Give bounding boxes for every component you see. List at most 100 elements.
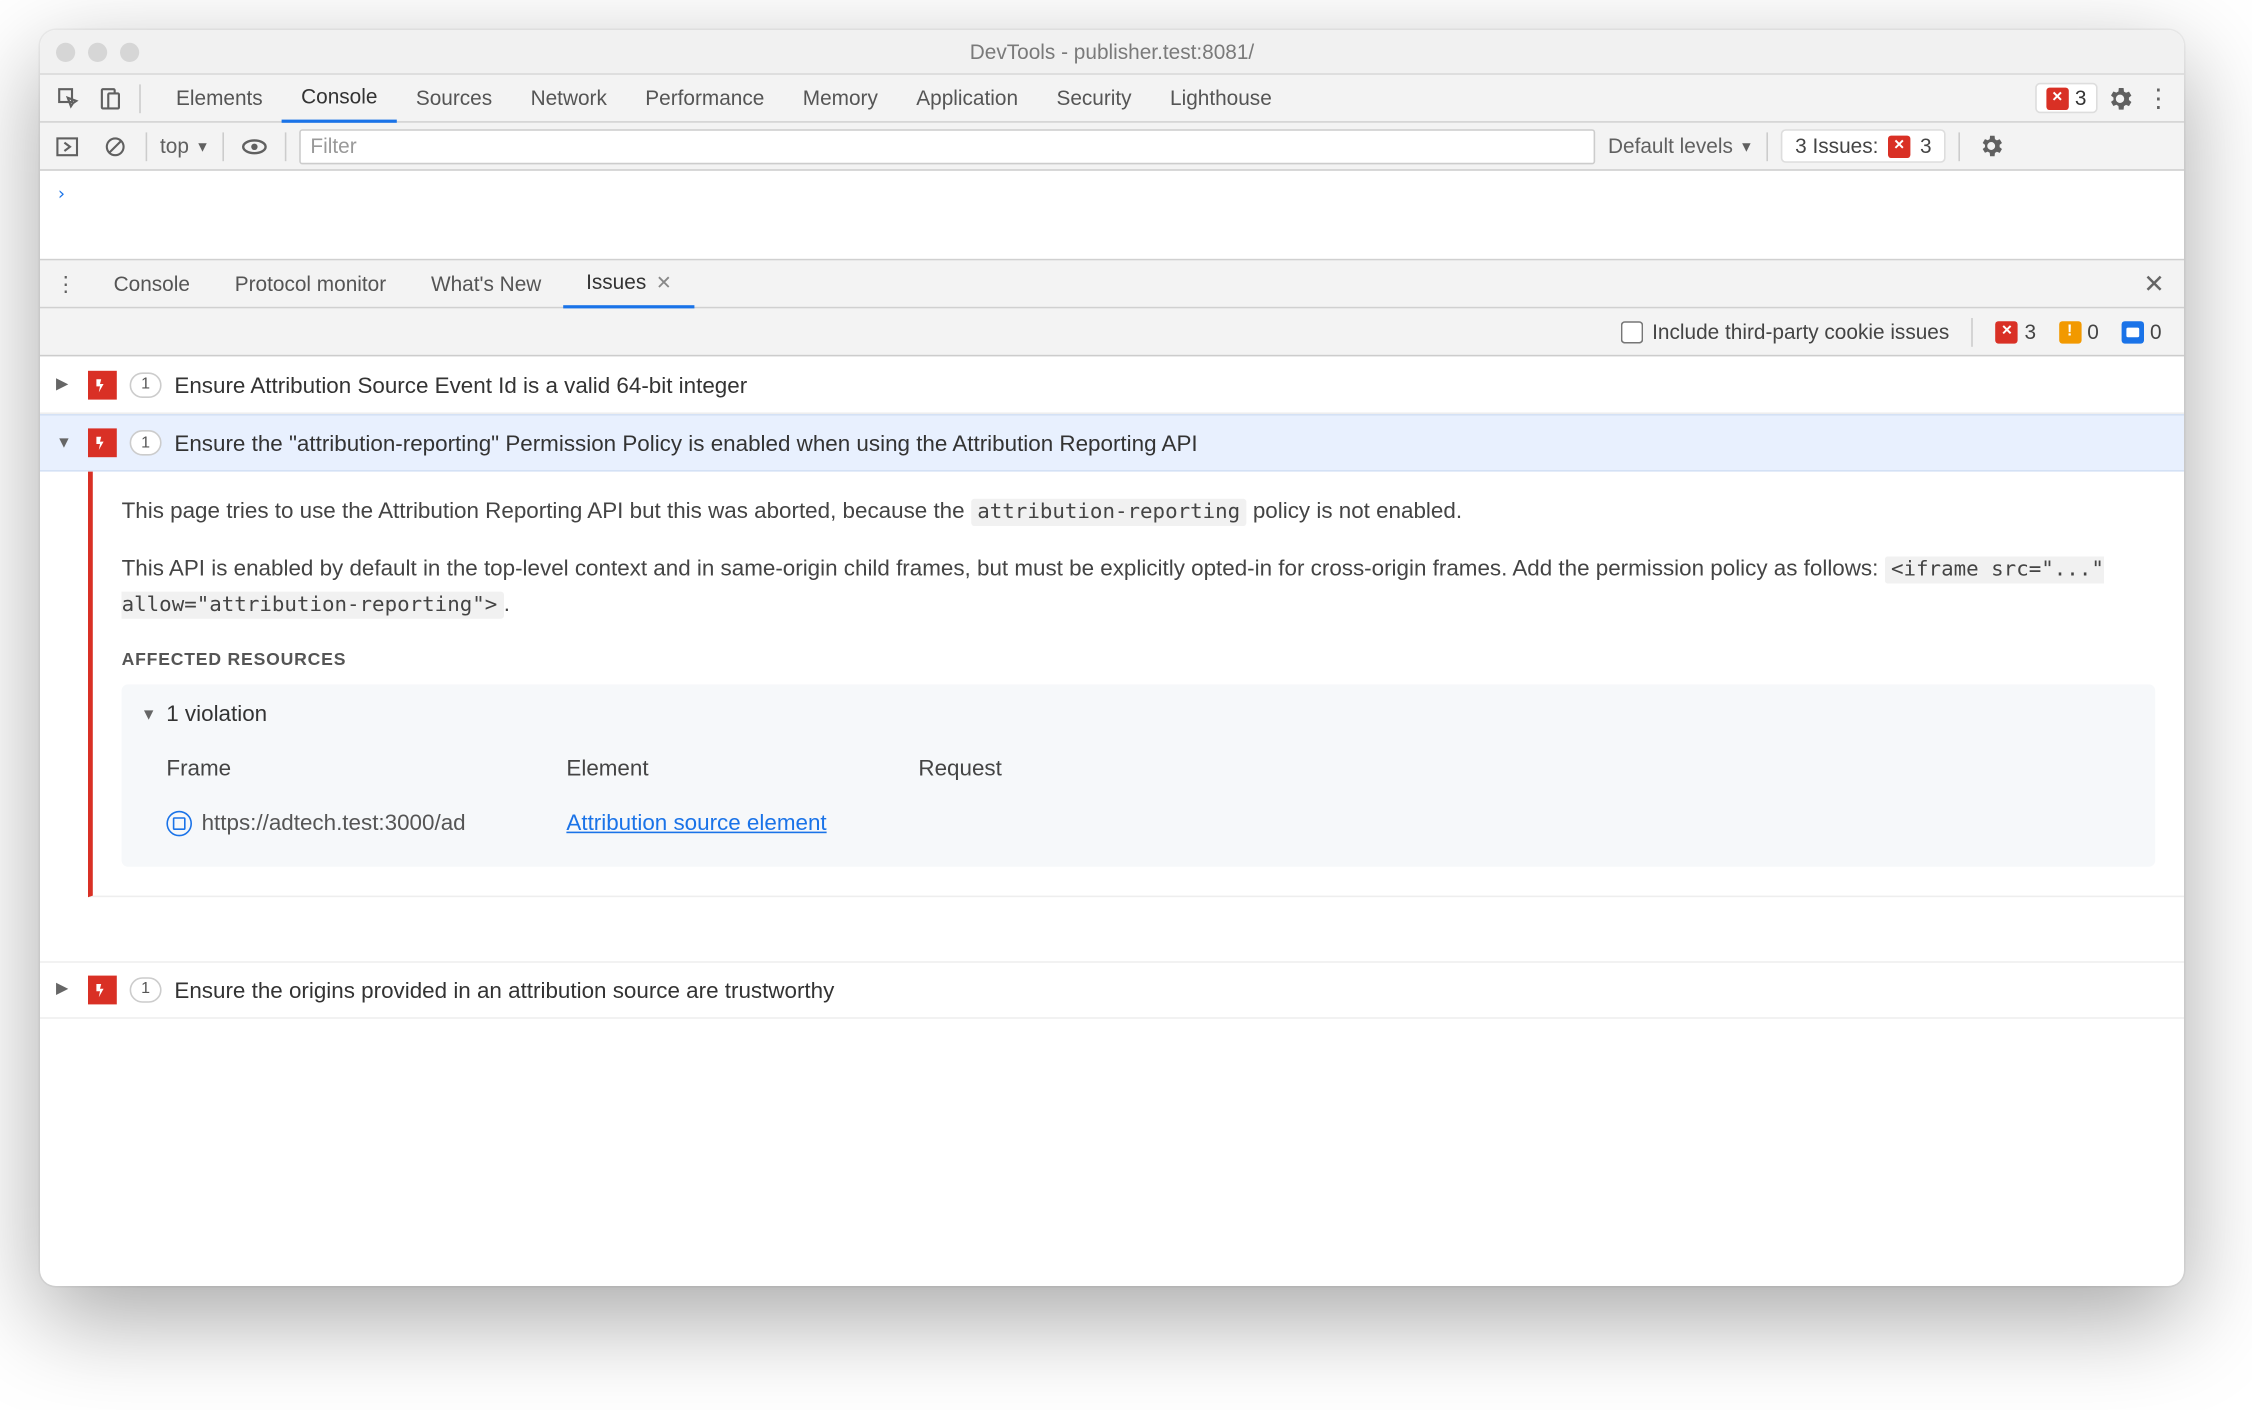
error-count-badge[interactable]: 3 xyxy=(2035,83,2098,113)
live-expression-icon[interactable] xyxy=(237,133,272,159)
issue-title: Ensure the origins provided in an attrib… xyxy=(174,976,834,1002)
more-menu-icon[interactable]: ⋮ xyxy=(2142,82,2174,114)
inspect-element-icon[interactable] xyxy=(50,79,88,117)
console-settings-gear-icon[interactable] xyxy=(1973,132,2008,159)
warning-count[interactable]: 0 xyxy=(2058,320,2098,344)
main-tabs: Elements Console Sources Network Perform… xyxy=(157,74,1291,122)
issue-description: This API is enabled by default in the to… xyxy=(122,552,2156,623)
col-frame: Frame xyxy=(166,745,566,793)
window-title: DevTools - publisher.test:8081/ xyxy=(40,40,2184,64)
collapse-triangle-icon[interactable]: ▼ xyxy=(56,434,75,452)
issues-summary[interactable]: 3 Issues: 3 xyxy=(1781,129,1946,163)
breaking-change-icon xyxy=(88,428,117,457)
tab-console[interactable]: Console xyxy=(282,74,397,122)
tab-lighthouse[interactable]: Lighthouse xyxy=(1151,74,1291,122)
divider xyxy=(285,132,287,161)
drawer-close-icon[interactable]: ✕ xyxy=(2134,268,2175,300)
divider xyxy=(1959,132,1961,161)
clear-console-icon[interactable] xyxy=(98,135,133,157)
violation-toggle[interactable]: ▼ 1 violation xyxy=(141,698,2136,733)
drawer-tabbar: ⋮ Console Protocol monitor What's New Is… xyxy=(40,260,2184,308)
log-levels-selector[interactable]: Default levels ▼ xyxy=(1608,134,1754,158)
issue-count-pill: 1 xyxy=(130,976,162,1002)
chevron-down-icon: ▼ xyxy=(195,138,209,154)
frame-url: https://adtech.test:3000/ad xyxy=(202,806,466,841)
levels-label: Default levels xyxy=(1608,134,1733,158)
divider xyxy=(146,132,148,161)
drawer-tab-issues[interactable]: Issues ✕ xyxy=(564,260,695,308)
element-link[interactable]: Attribution source element xyxy=(566,806,826,841)
window-titlebar: DevTools - publisher.test:8081/ xyxy=(40,30,2184,75)
cell-frame[interactable]: https://adtech.test:3000/ad xyxy=(166,799,566,847)
console-toolbar: top ▼ Filter Default levels ▼ 3 Issues: … xyxy=(40,123,2184,171)
issue-row[interactable]: ▶ 1 Ensure Attribution Source Event Id i… xyxy=(40,356,2184,414)
issue-title: Ensure the "attribution-reporting" Permi… xyxy=(174,430,1197,456)
drawer-tab-console[interactable]: Console xyxy=(91,260,212,308)
include-third-party-checkbox[interactable]: Include third-party cookie issues xyxy=(1620,320,1949,344)
info-icon xyxy=(2121,320,2143,342)
error-icon xyxy=(1996,320,2018,342)
device-toggle-icon[interactable] xyxy=(91,79,129,117)
close-icon[interactable]: ✕ xyxy=(656,271,672,293)
error-icon xyxy=(2046,87,2068,109)
affected-table: Frame Element Request https://adtech.tes… xyxy=(141,745,2136,846)
divider xyxy=(1766,132,1768,161)
tab-application[interactable]: Application xyxy=(897,74,1037,122)
breaking-change-icon xyxy=(88,370,117,399)
issue-title: Ensure Attribution Source Event Id is a … xyxy=(174,372,747,398)
filter-placeholder: Filter xyxy=(310,134,356,158)
affected-resources-heading: Affected Resources xyxy=(122,648,2156,675)
tab-performance[interactable]: Performance xyxy=(626,74,783,122)
console-prompt-icon: › xyxy=(56,184,67,205)
issues-label: 3 Issues: xyxy=(1795,134,1878,158)
divider xyxy=(222,132,224,161)
expand-triangle-icon[interactable]: ▶ xyxy=(56,980,75,998)
breaking-change-icon xyxy=(88,975,117,1004)
error-count: 3 xyxy=(2075,86,2087,110)
violation-label: 1 violation xyxy=(166,698,267,733)
issue-description: This page tries to use the Attribution R… xyxy=(122,494,2156,529)
context-selector[interactable]: top ▼ xyxy=(160,134,210,158)
settings-gear-icon[interactable] xyxy=(2101,79,2139,117)
drawer-more-icon[interactable]: ⋮ xyxy=(50,271,82,297)
expand-triangle-icon[interactable]: ▶ xyxy=(56,376,75,394)
error-count[interactable]: 3 xyxy=(1996,320,2036,344)
issue-count-pill: 1 xyxy=(130,430,162,456)
cell-request xyxy=(918,799,1206,847)
col-element: Element xyxy=(566,745,918,793)
col-request: Request xyxy=(918,745,1206,793)
code-inline: attribution-reporting xyxy=(971,499,1247,526)
chevron-down-icon: ▼ xyxy=(1739,138,1753,154)
tab-memory[interactable]: Memory xyxy=(784,74,898,122)
cell-element[interactable]: Attribution source element xyxy=(566,799,918,847)
tab-sources[interactable]: Sources xyxy=(397,74,512,122)
include-third-party-label: Include third-party cookie issues xyxy=(1652,320,1949,344)
issue-detail: This page tries to use the Attribution R… xyxy=(88,472,2184,897)
error-icon xyxy=(1888,135,1910,157)
issues-toolbar: Include third-party cookie issues 3 0 0 xyxy=(40,308,2184,356)
filter-input[interactable]: Filter xyxy=(299,128,1595,163)
drawer-tab-protocol-monitor[interactable]: Protocol monitor xyxy=(212,260,408,308)
console-body[interactable]: › xyxy=(40,171,2184,261)
issue-row[interactable]: ▼ 1 Ensure the "attribution-reporting" P… xyxy=(40,414,2184,472)
tab-security[interactable]: Security xyxy=(1037,74,1151,122)
include-third-party-input[interactable] xyxy=(1620,320,1642,342)
frame-icon xyxy=(166,810,192,836)
console-sidebar-toggle-icon[interactable] xyxy=(50,135,85,157)
context-label: top xyxy=(160,134,189,158)
warning-icon xyxy=(2058,320,2080,342)
divider xyxy=(139,84,141,113)
issue-count-pill: 1 xyxy=(130,372,162,398)
drawer-tab-whats-new[interactable]: What's New xyxy=(409,260,564,308)
issues-count: 3 xyxy=(1920,134,1932,158)
affected-resources-box: ▼ 1 violation Frame Element Request http… xyxy=(122,685,2156,866)
divider xyxy=(1972,317,1974,346)
devtools-window: DevTools - publisher.test:8081/ Elements… xyxy=(40,30,2184,1286)
tab-network[interactable]: Network xyxy=(511,74,626,122)
collapse-triangle-icon: ▼ xyxy=(141,703,157,728)
drawer-tab-issues-label: Issues xyxy=(586,270,646,294)
issue-row[interactable]: ▶ 1 Ensure the origins provided in an at… xyxy=(40,960,2184,1018)
main-toolbar: Elements Console Sources Network Perform… xyxy=(40,75,2184,123)
info-count[interactable]: 0 xyxy=(2121,320,2161,344)
tab-elements[interactable]: Elements xyxy=(157,74,282,122)
